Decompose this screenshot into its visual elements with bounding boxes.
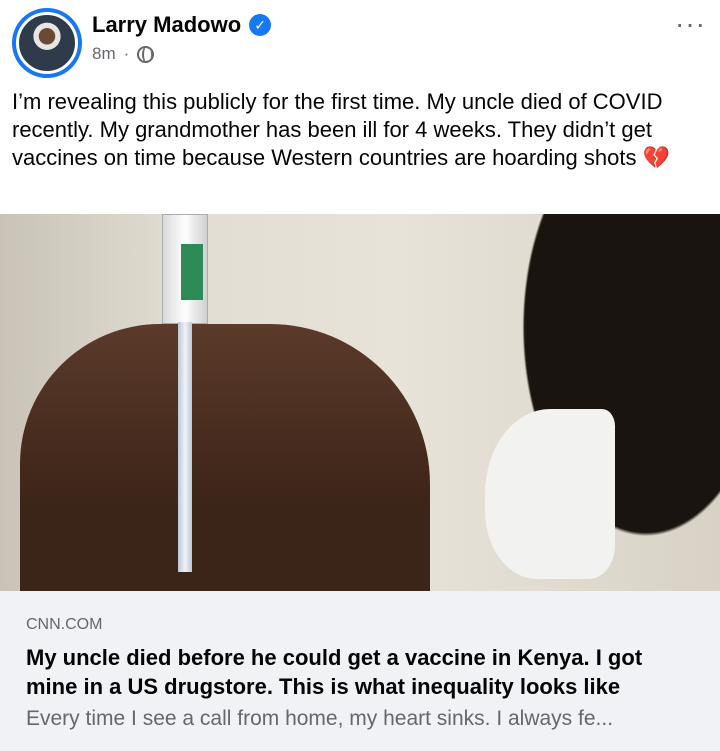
more-options-icon[interactable]: ··· — [675, 10, 706, 38]
author-name[interactable]: Larry Madowo — [92, 12, 241, 38]
link-description: Every time I see a call from home, my he… — [26, 707, 614, 730]
link-card[interactable]: CNN.COM My uncle died before he could ge… — [0, 591, 720, 751]
link-title[interactable]: My uncle died before he could get a vacc… — [26, 643, 696, 701]
photo-face-mask — [485, 409, 615, 579]
photo-vial-label — [181, 244, 203, 300]
post-time[interactable]: 8m — [92, 44, 116, 64]
link-domain: CNN.COM — [26, 616, 103, 633]
verified-badge-icon: ✓ — [249, 14, 272, 36]
link-preview-image[interactable] — [0, 214, 720, 591]
photo-syringe — [178, 322, 192, 572]
post-header: Larry Madowo ✓ 8m · ··· — [0, 0, 720, 86]
photo-hands — [20, 324, 430, 591]
globe-icon — [137, 45, 155, 63]
avatar[interactable] — [12, 8, 82, 78]
post-meta: 8m · — [92, 44, 155, 64]
avatar-image — [16, 12, 78, 74]
author-row: Larry Madowo ✓ — [92, 12, 272, 38]
meta-separator: · — [123, 44, 130, 63]
post-text: I’m revealing this publicly for the firs… — [12, 89, 670, 170]
